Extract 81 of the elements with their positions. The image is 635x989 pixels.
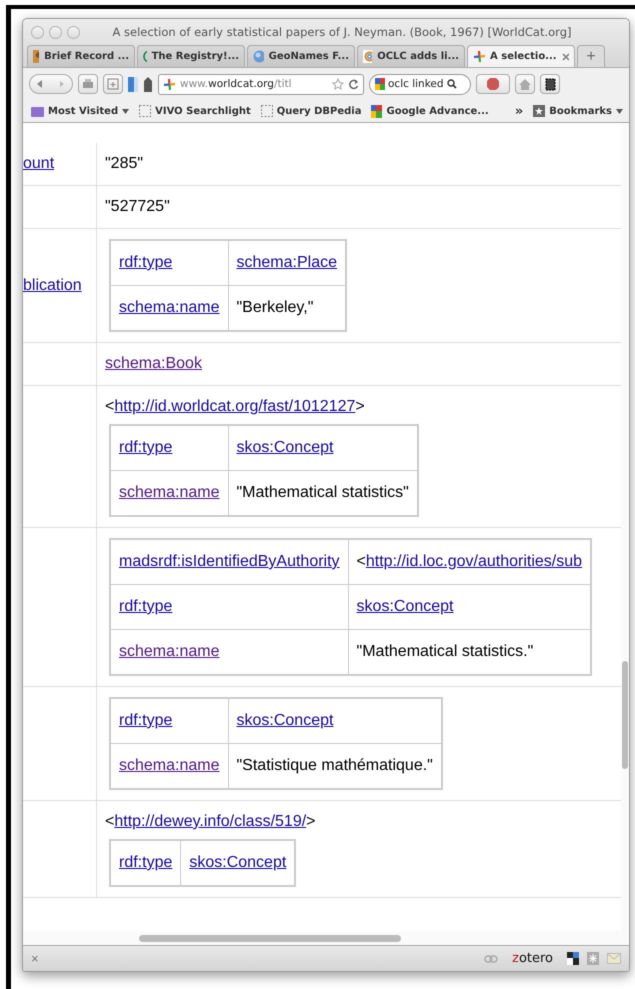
browser-tab[interactable]: The Registry!... <box>137 45 245 67</box>
browser-tab[interactable]: OCLC adds li... <box>357 45 465 67</box>
horizontal-scrollbar[interactable] <box>23 931 629 945</box>
link-icon <box>484 954 498 962</box>
back-forward-button[interactable] <box>29 74 73 94</box>
property-link[interactable]: skos:Concept <box>356 598 454 615</box>
zotero-button[interactable]: zotero <box>512 951 553 966</box>
new-tab-button[interactable]: + <box>577 45 605 67</box>
reload-icon[interactable] <box>348 78 359 90</box>
google-icon <box>375 78 385 90</box>
google-icon <box>371 104 382 118</box>
angle-bracket: < <box>105 813 114 830</box>
angle-bracket: < <box>356 553 366 570</box>
tag-icon[interactable] <box>143 76 153 92</box>
literal-text: "Berkeley," <box>236 299 314 316</box>
window-plus-icon <box>107 78 119 90</box>
stop-sign-icon <box>486 77 500 91</box>
extension-button[interactable] <box>540 74 560 94</box>
home-button[interactable] <box>515 74 535 94</box>
caret-icon <box>122 108 130 114</box>
bookmark-item[interactable]: Most Visited <box>31 105 130 117</box>
window-title: A selection of early statistical papers of J. Neyman. (Book, 1967) [WorldCat.org] <box>111 25 572 39</box>
angle-bracket: > <box>355 398 365 415</box>
envelope-icon[interactable] <box>607 953 621 964</box>
window-button[interactable] <box>103 74 123 94</box>
bookmarklet-icon <box>139 105 152 117</box>
uri-link[interactable]: http://id.worldcat.org/fast/1012127 <box>114 398 356 415</box>
bookmark-item[interactable]: VIVO Searchlight <box>139 105 251 117</box>
type-link[interactable]: schema:Book <box>105 353 202 375</box>
property-link[interactable]: rdf:type <box>119 712 172 729</box>
portrait-icon <box>33 50 40 63</box>
browser-tab[interactable]: A selectio... <box>467 45 575 67</box>
folder-icon <box>31 105 44 117</box>
snowflake-icon[interactable] <box>587 952 599 965</box>
angle-bracket: < <box>105 398 114 415</box>
close-icon[interactable] <box>562 52 569 60</box>
literal-text: "527725" <box>105 197 170 217</box>
caret-icon <box>616 108 623 114</box>
search-field[interactable]: oclc linked <box>369 74 471 94</box>
property-link[interactable]: rdf:type <box>119 254 172 271</box>
star-icon <box>533 105 546 117</box>
property-link[interactable]: skos:Concept <box>236 439 334 456</box>
search-icon[interactable] <box>446 79 457 89</box>
literal-text: "285" <box>105 154 144 174</box>
ring-logo-icon <box>363 50 372 63</box>
swirl-logo-icon <box>473 50 486 63</box>
property-link[interactable]: schema:name <box>119 643 220 660</box>
vertical-scrollbar[interactable] <box>621 123 629 931</box>
zoom-light[interactable] <box>67 26 80 38</box>
property-link[interactable]: skos:Concept <box>236 712 334 729</box>
property-link[interactable]: rdf:type <box>119 439 172 456</box>
home-icon <box>519 78 531 90</box>
browser-tab[interactable]: Brief Record ... <box>27 45 135 67</box>
close-light[interactable] <box>31 26 44 38</box>
book-icon[interactable] <box>128 76 138 92</box>
url-field[interactable]: www.worldcat.org/titl <box>158 74 364 94</box>
overflow-chevron[interactable]: » <box>514 104 524 118</box>
bookmark-item[interactable]: Query DBPedia <box>260 105 362 117</box>
uri-link[interactable]: http://dewey.info/class/519/ <box>114 813 306 830</box>
angle-bracket: > <box>306 813 316 830</box>
clipboard-icon <box>544 78 556 90</box>
property-link[interactable]: ount <box>23 153 54 175</box>
literal-text: "Mathematical statistics." <box>356 643 534 660</box>
browser-tab[interactable]: GeoNames F... <box>247 45 355 67</box>
adblock-button[interactable] <box>476 74 510 94</box>
property-link[interactable]: blication <box>23 274 82 296</box>
uri-link[interactable]: http://id.loc.gov/authorities/sub <box>366 553 582 570</box>
literal-text: "Mathematical statistics" <box>236 484 409 501</box>
minimize-light[interactable] <box>49 26 62 38</box>
literal-text: "Statistique mathématique." <box>236 757 433 774</box>
globe-icon <box>253 50 264 63</box>
bookmarks-menu[interactable]: Bookmarks <box>533 105 623 117</box>
swirl-logo-icon <box>163 78 176 90</box>
bookmarklet-icon <box>260 105 273 117</box>
star-icon[interactable] <box>332 78 344 90</box>
bookmark-item[interactable]: Google Advance... <box>371 104 489 118</box>
property-link[interactable]: rdf:type <box>119 598 172 615</box>
back-forward-icon <box>36 79 66 89</box>
grid-icon[interactable] <box>567 952 579 965</box>
printer-button[interactable] <box>78 74 98 94</box>
printer-icon <box>82 78 94 90</box>
